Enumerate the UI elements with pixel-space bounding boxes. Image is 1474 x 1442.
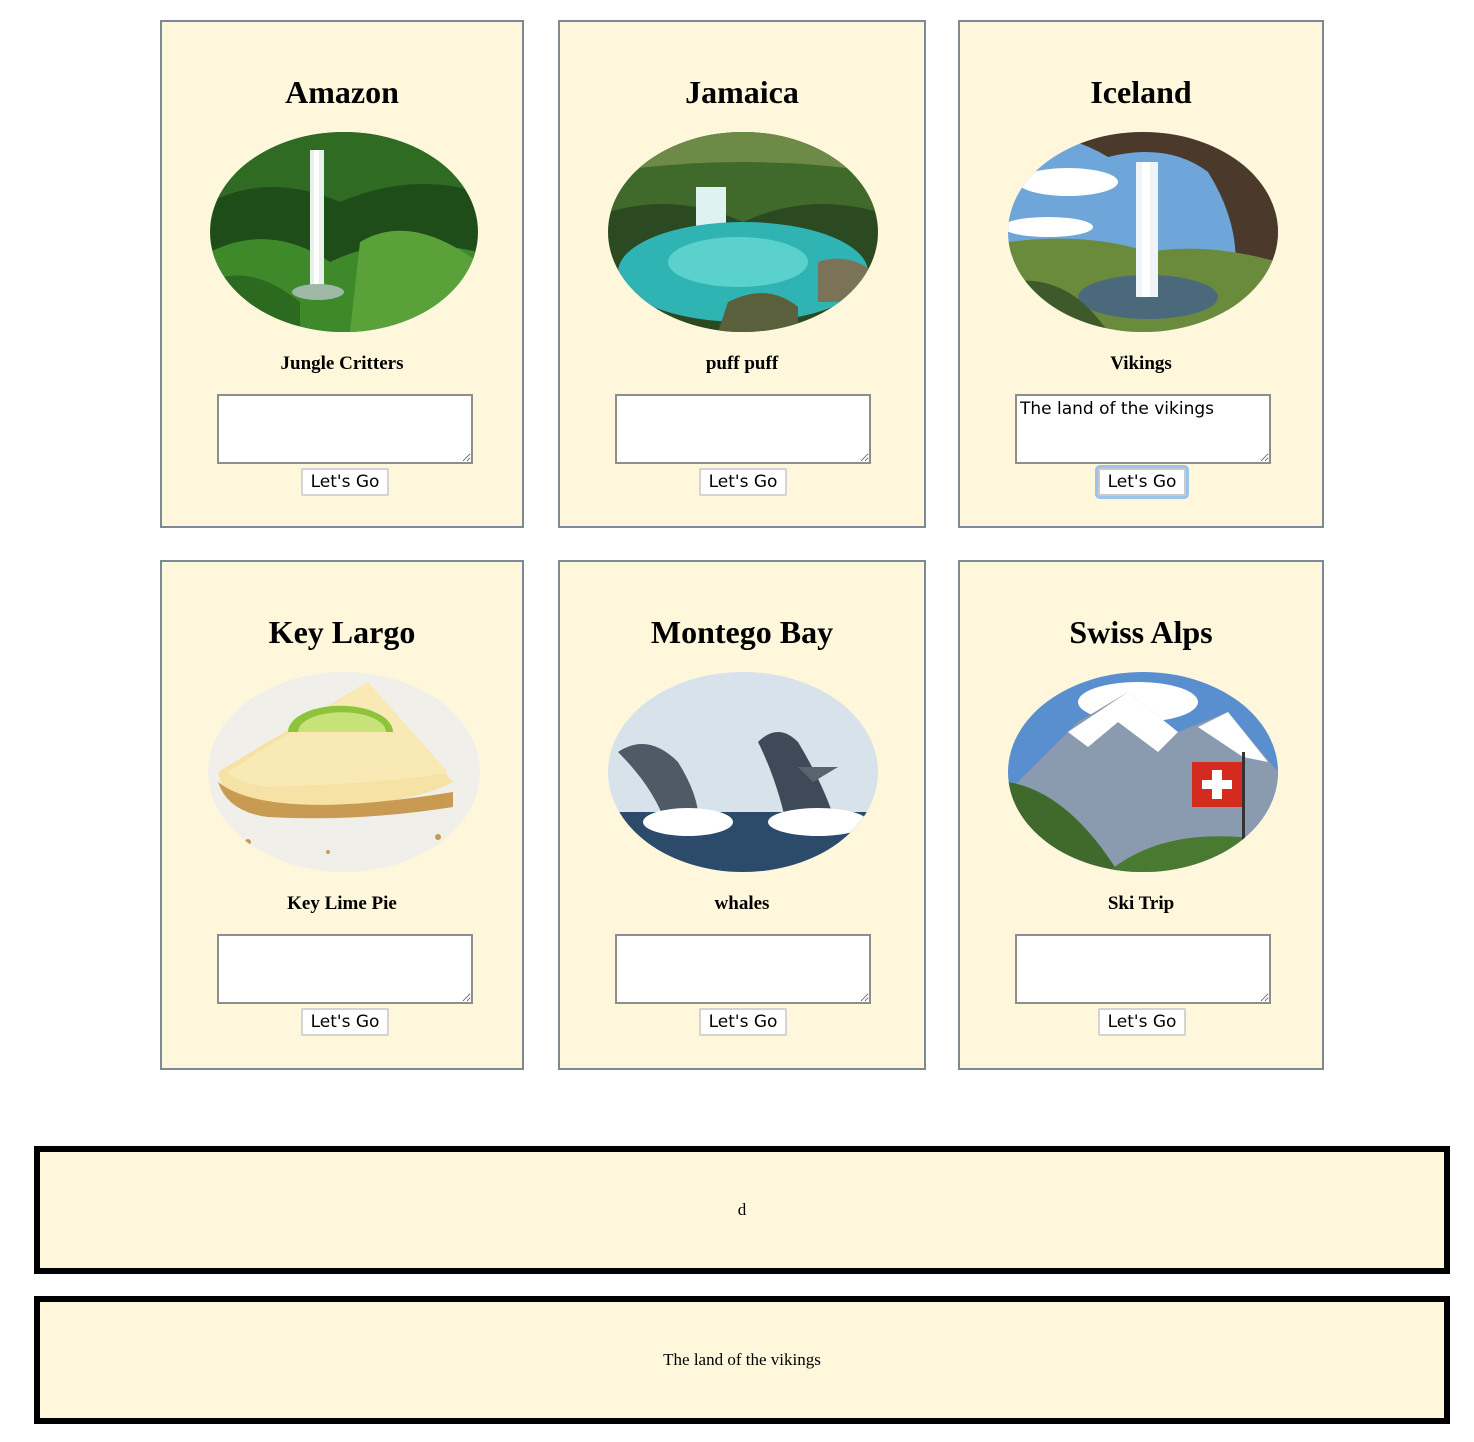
card-caption: puff puff <box>705 353 779 374</box>
breaching-whales-image <box>608 672 878 872</box>
description-textarea[interactable] <box>217 934 473 1004</box>
card-caption: Key Lime Pie <box>287 893 397 914</box>
card-title: Swiss Alps <box>1069 614 1213 650</box>
card-title: Amazon <box>285 74 399 110</box>
lets-go-button[interactable]: Let's Go <box>1098 468 1186 496</box>
lets-go-button[interactable]: Let's Go <box>1098 1008 1186 1036</box>
lets-go-button[interactable]: Let's Go <box>699 468 787 496</box>
card-caption: whales <box>714 893 770 914</box>
destination-card-amazon: Amazon Jungle Critters Let's Go <box>160 20 524 528</box>
lets-go-button[interactable]: Let's Go <box>301 468 389 496</box>
lets-go-button[interactable]: Let's Go <box>301 1008 389 1036</box>
destination-card-key-largo: Key Largo Key Lime Pie Let's Go <box>160 560 524 1070</box>
destination-card-iceland: Iceland Vikings Let's Go <box>958 20 1324 528</box>
destination-card-montego-bay: Montego Bay whales Let's Go <box>558 560 926 1070</box>
card-caption: Jungle Critters <box>280 353 404 374</box>
cave-waterfall-image <box>1008 132 1278 332</box>
destination-card-jamaica: Jamaica puff puff Let's Go <box>558 20 926 528</box>
description-textarea[interactable] <box>1015 934 1271 1004</box>
output-text: The land of the vikings <box>663 1350 821 1369</box>
card-caption: Vikings <box>1110 353 1172 374</box>
description-textarea[interactable] <box>1015 394 1271 464</box>
waterfall-jungle-image <box>210 132 478 332</box>
destination-card-swiss-alps: Swiss Alps Ski Trip Let's Go <box>958 560 1324 1070</box>
description-textarea[interactable] <box>615 394 871 464</box>
turquoise-waterfall-image <box>608 132 878 332</box>
card-title: Jamaica <box>685 74 799 110</box>
description-textarea[interactable] <box>217 394 473 464</box>
card-title: Key Largo <box>268 614 416 650</box>
card-title: Montego Bay <box>650 614 834 650</box>
description-textarea[interactable] <box>615 934 871 1004</box>
output-text: d <box>737 1200 747 1219</box>
card-caption: Ski Trip <box>1107 893 1175 914</box>
lets-go-button[interactable]: Let's Go <box>699 1008 787 1036</box>
snowy-mountains-swiss-flag-image <box>1008 672 1278 872</box>
output-box-2: The land of the vikings <box>34 1296 1450 1424</box>
key-lime-pie-image <box>208 672 480 872</box>
output-box-1: d <box>34 1146 1450 1274</box>
card-title: Iceland <box>1090 74 1192 110</box>
